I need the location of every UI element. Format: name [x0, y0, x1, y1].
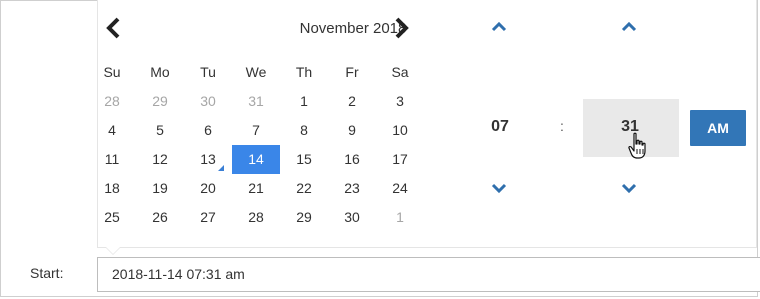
day-cell[interactable]: 23 — [328, 174, 376, 203]
day-cell-selected[interactable]: 14 — [232, 145, 280, 174]
weekday-header-row: Su Mo Tu We Th Fr Sa — [88, 58, 424, 87]
day-cell[interactable]: 7 — [232, 116, 280, 145]
minute-down-button[interactable] — [617, 178, 641, 198]
week-row: 28 29 30 31 1 2 3 — [88, 87, 424, 116]
start-label: Start: — [30, 265, 64, 281]
day-cell[interactable]: 31 — [232, 87, 280, 116]
start-datetime-input[interactable]: 2018-11-14 07:31 am — [97, 257, 760, 292]
week-row: 18 19 20 21 22 23 24 — [88, 174, 424, 203]
hand-cursor-icon — [628, 132, 646, 159]
day-cell[interactable]: 28 — [88, 87, 136, 116]
weekday-we: We — [245, 64, 267, 80]
chevron-left-icon — [106, 17, 120, 39]
day-cell[interactable]: 5 — [136, 116, 184, 145]
day-cell[interactable]: 17 — [376, 145, 424, 174]
picker-pointer — [106, 247, 120, 254]
hour-down-button[interactable] — [487, 178, 511, 198]
hour-up-button[interactable] — [487, 16, 511, 36]
day-cell[interactable]: 21 — [232, 174, 280, 203]
chevron-right-icon — [395, 17, 409, 39]
day-cell[interactable]: 27 — [184, 203, 232, 232]
day-cell[interactable]: 25 — [88, 203, 136, 232]
day-cell[interactable]: 29 — [280, 203, 328, 232]
next-month-button[interactable] — [390, 15, 412, 41]
weekday-fr: Fr — [345, 64, 359, 80]
time-separator: : — [560, 118, 564, 134]
chevron-up-icon — [621, 21, 637, 32]
day-cell[interactable]: 30 — [328, 203, 376, 232]
day-cell[interactable]: 10 — [376, 116, 424, 145]
day-cell[interactable]: 3 — [376, 87, 424, 116]
day-cell[interactable]: 2 — [328, 87, 376, 116]
day-cell[interactable]: 16 — [328, 145, 376, 174]
hour-value[interactable]: 07 — [480, 118, 520, 136]
day-cell[interactable]: 30 — [184, 87, 232, 116]
week-row: 11 12 13 14 15 16 17 — [88, 145, 424, 174]
week-row: 25 26 27 28 29 30 1 — [88, 203, 424, 232]
weekday-tu: Tu — [200, 64, 216, 80]
weekday-mo: Mo — [150, 64, 170, 80]
day-cell[interactable]: 11 — [88, 145, 136, 174]
day-cell[interactable]: 1 — [280, 87, 328, 116]
day-label: 13 — [200, 151, 216, 167]
day-cell[interactable]: 12 — [136, 145, 184, 174]
chevron-down-icon — [491, 183, 507, 194]
day-cell[interactable]: 9 — [328, 116, 376, 145]
weekday-th: Th — [295, 64, 313, 80]
ampm-toggle-button[interactable]: AM — [690, 110, 746, 146]
week-row: 4 5 6 7 8 9 10 — [88, 116, 424, 145]
day-cell[interactable]: 24 — [376, 174, 424, 203]
day-cell[interactable]: 8 — [280, 116, 328, 145]
weekday-sa: Sa — [391, 64, 409, 80]
day-cell[interactable]: 29 — [136, 87, 184, 116]
weekday-su: Su — [103, 64, 121, 80]
day-cell[interactable]: 1 — [376, 203, 424, 232]
day-cell[interactable]: 28 — [232, 203, 280, 232]
day-cell[interactable]: 22 — [280, 174, 328, 203]
today-marker — [218, 165, 224, 171]
day-cell[interactable]: 20 — [184, 174, 232, 203]
minute-up-button[interactable] — [617, 16, 641, 36]
calendar-grid: Su Mo Tu We Th Fr Sa 28 29 30 31 1 2 3 4… — [88, 58, 424, 232]
day-cell-today[interactable]: 13 — [184, 145, 232, 174]
chevron-down-icon — [621, 183, 637, 194]
chevron-up-icon — [491, 21, 507, 32]
day-cell[interactable]: 19 — [136, 174, 184, 203]
day-cell[interactable]: 4 — [88, 116, 136, 145]
day-cell[interactable]: 15 — [280, 145, 328, 174]
day-cell[interactable]: 26 — [136, 203, 184, 232]
day-cell[interactable]: 18 — [88, 174, 136, 203]
day-cell[interactable]: 6 — [184, 116, 232, 145]
prev-month-button[interactable] — [103, 15, 125, 41]
